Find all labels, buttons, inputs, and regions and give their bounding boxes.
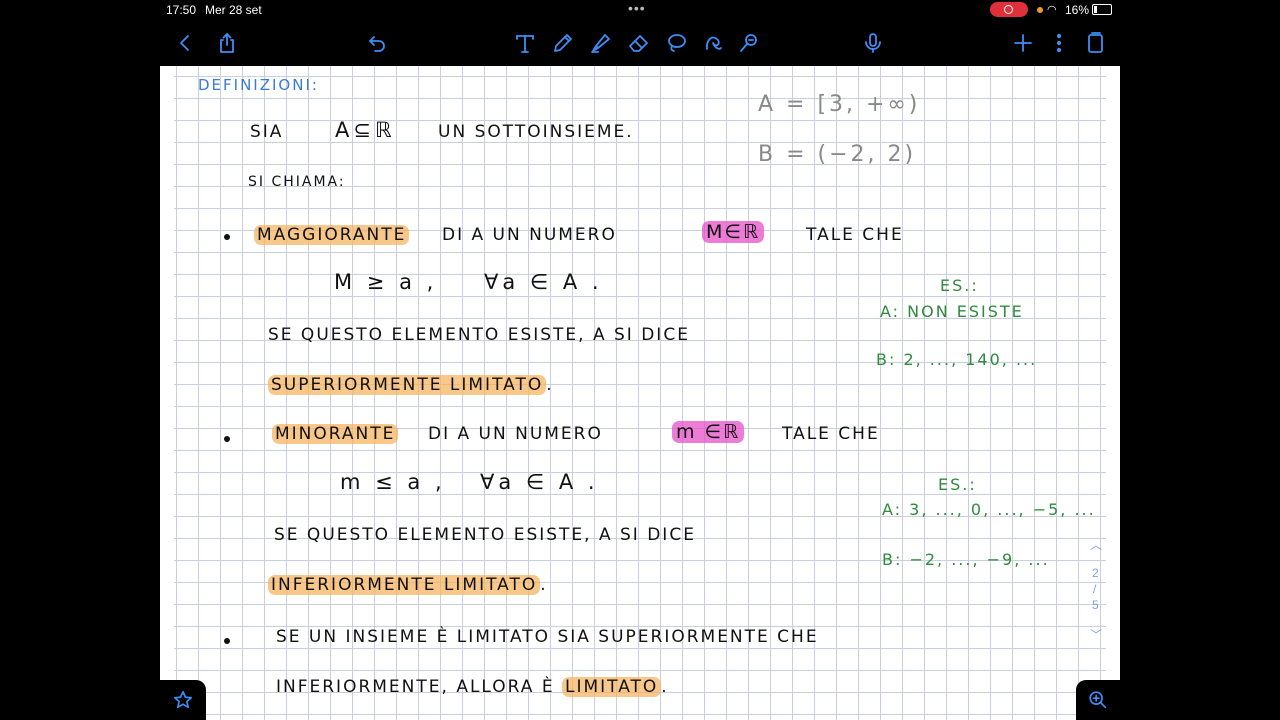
minorante-condition-1: m ≤ a , xyxy=(340,470,446,494)
maggiorante-mid: DI A UN NUMERO xyxy=(442,225,617,245)
status-time: 17:50 xyxy=(166,3,197,17)
superiormente-limitato: SUPERIORMENTE LIMITATO xyxy=(268,375,547,395)
inf-lim-line: INFERIORMENTE LIMITATO. xyxy=(268,575,548,595)
battery-icon xyxy=(1092,4,1112,15)
maggiorante-condition-2: ∀a ∈ A . xyxy=(484,270,603,294)
zoom-button[interactable] xyxy=(1076,680,1120,720)
pages-icon[interactable] xyxy=(1082,30,1108,56)
example-1-B: B: 2, ..., 140, ... xyxy=(876,350,1038,369)
minorante-line: MINORANTE xyxy=(272,424,399,444)
toolbar xyxy=(160,20,1120,66)
bullet xyxy=(224,638,230,644)
star-icon xyxy=(173,690,193,709)
minorante-end: TALE CHE xyxy=(782,424,880,444)
page-separator: / xyxy=(1093,582,1097,596)
back-icon[interactable] xyxy=(172,30,198,56)
example-2-B: B: −2, ..., −9, ... xyxy=(882,550,1050,569)
period: . xyxy=(546,375,554,395)
minorante-symbol-line: m ∈ℝ xyxy=(672,421,745,443)
si-chiama: SI CHIAMA: xyxy=(248,174,346,190)
add-icon[interactable] xyxy=(1010,30,1036,56)
total-pages: 5 xyxy=(1092,598,1099,612)
period: . xyxy=(540,575,548,595)
undo-icon[interactable] xyxy=(364,30,390,56)
minorante-mid: DI A UN NUMERO xyxy=(428,424,603,444)
maggiorante-line: MAGGIORANTE xyxy=(254,225,410,245)
example-2-label: ES.: xyxy=(938,475,977,494)
shape-icon[interactable] xyxy=(700,30,726,56)
line-allora-text: INFERIORMENTE, ALLORA È xyxy=(276,677,555,697)
microphone-icon[interactable] xyxy=(860,30,886,56)
favorite-button[interactable] xyxy=(160,680,206,720)
multitasking-dots-icon[interactable]: ••• xyxy=(628,0,646,16)
lasso-icon[interactable] xyxy=(664,30,690,56)
wifi-icon: ◠ xyxy=(1047,4,1057,16)
more-icon[interactable] xyxy=(1046,30,1072,56)
line-allora: INFERIORMENTE, ALLORA È LIMITATO. xyxy=(276,677,669,697)
laser-pointer-icon[interactable] xyxy=(736,30,762,56)
inferiormente-limitato: INFERIORMENTE LIMITATO xyxy=(268,575,541,595)
highlighter-icon[interactable] xyxy=(588,30,614,56)
example-2-A: A: 3, ..., 0, ..., −5, ... xyxy=(882,500,1096,519)
zoom-in-icon xyxy=(1089,691,1107,709)
se-questo-2: SE QUESTO ELEMENTO ESISTE, A SI DICE xyxy=(274,525,696,545)
se-questo-1: SE QUESTO ELEMENTO ESISTE, A SI DICE xyxy=(268,325,690,345)
period: . xyxy=(661,677,669,697)
sup-lim-line: SUPERIORMENTE LIMITATO. xyxy=(268,375,554,395)
set-A-definition: A = [3, +∞) xyxy=(758,92,921,117)
maggiorante-term: MAGGIORANTE xyxy=(254,225,410,245)
pen-icon[interactable] xyxy=(550,30,576,56)
chevron-up-icon[interactable]: ︿ xyxy=(1090,536,1102,553)
example-1-label: ES.: xyxy=(940,276,979,295)
bullet xyxy=(224,234,230,240)
screen-recording-icon[interactable] xyxy=(990,2,1028,17)
set-inclusion: A⊆ℝ xyxy=(335,118,396,142)
share-icon[interactable] xyxy=(214,30,240,56)
minorante-symbol: m ∈ℝ xyxy=(672,421,745,443)
status-bar: 17:50 Mer 28 set ••• ◠ 16% xyxy=(160,0,1120,20)
line-sottoinsieme: UN SOTTOINSIEME. xyxy=(438,122,634,142)
mic-indicator-icon xyxy=(1037,7,1043,13)
maggiorante-symbol-line: M∈ℝ xyxy=(702,221,764,243)
text-tool-icon[interactable] xyxy=(512,30,538,56)
maggiorante-symbol: M∈ℝ xyxy=(702,221,764,243)
line-sia: SIA xyxy=(250,122,284,142)
chevron-down-icon[interactable]: ﹀ xyxy=(1090,626,1102,643)
minorante-term: MINORANTE xyxy=(272,424,399,444)
note-page[interactable]: DEFINIZIONI: SIA A⊆ℝ UN SOTTOINSIEME. A … xyxy=(160,66,1120,720)
eraser-icon[interactable] xyxy=(626,30,652,56)
current-page: 2 xyxy=(1092,566,1099,580)
page-indicator[interactable]: ︿ 2 / 5 ﹀ xyxy=(1088,536,1106,646)
status-date: Mer 28 set xyxy=(205,3,262,17)
bullet xyxy=(224,436,230,442)
example-1-A: A: NON ESISTE xyxy=(880,302,1024,321)
battery-percent: 16% xyxy=(1065,3,1090,17)
line-insieme-limitato: SE UN INSIEME È LIMITATO SIA SUPERIORMEN… xyxy=(276,627,819,647)
minorante-condition-2: ∀a ∈ A . xyxy=(480,470,599,494)
limitato-term: LIMITATO xyxy=(561,677,662,697)
maggiorante-condition-1: M ≥ a , xyxy=(334,270,438,294)
heading: DEFINIZIONI: xyxy=(198,76,319,94)
set-B-definition: B = (−2, 2) xyxy=(758,142,917,167)
maggiorante-end: TALE CHE xyxy=(806,225,904,245)
